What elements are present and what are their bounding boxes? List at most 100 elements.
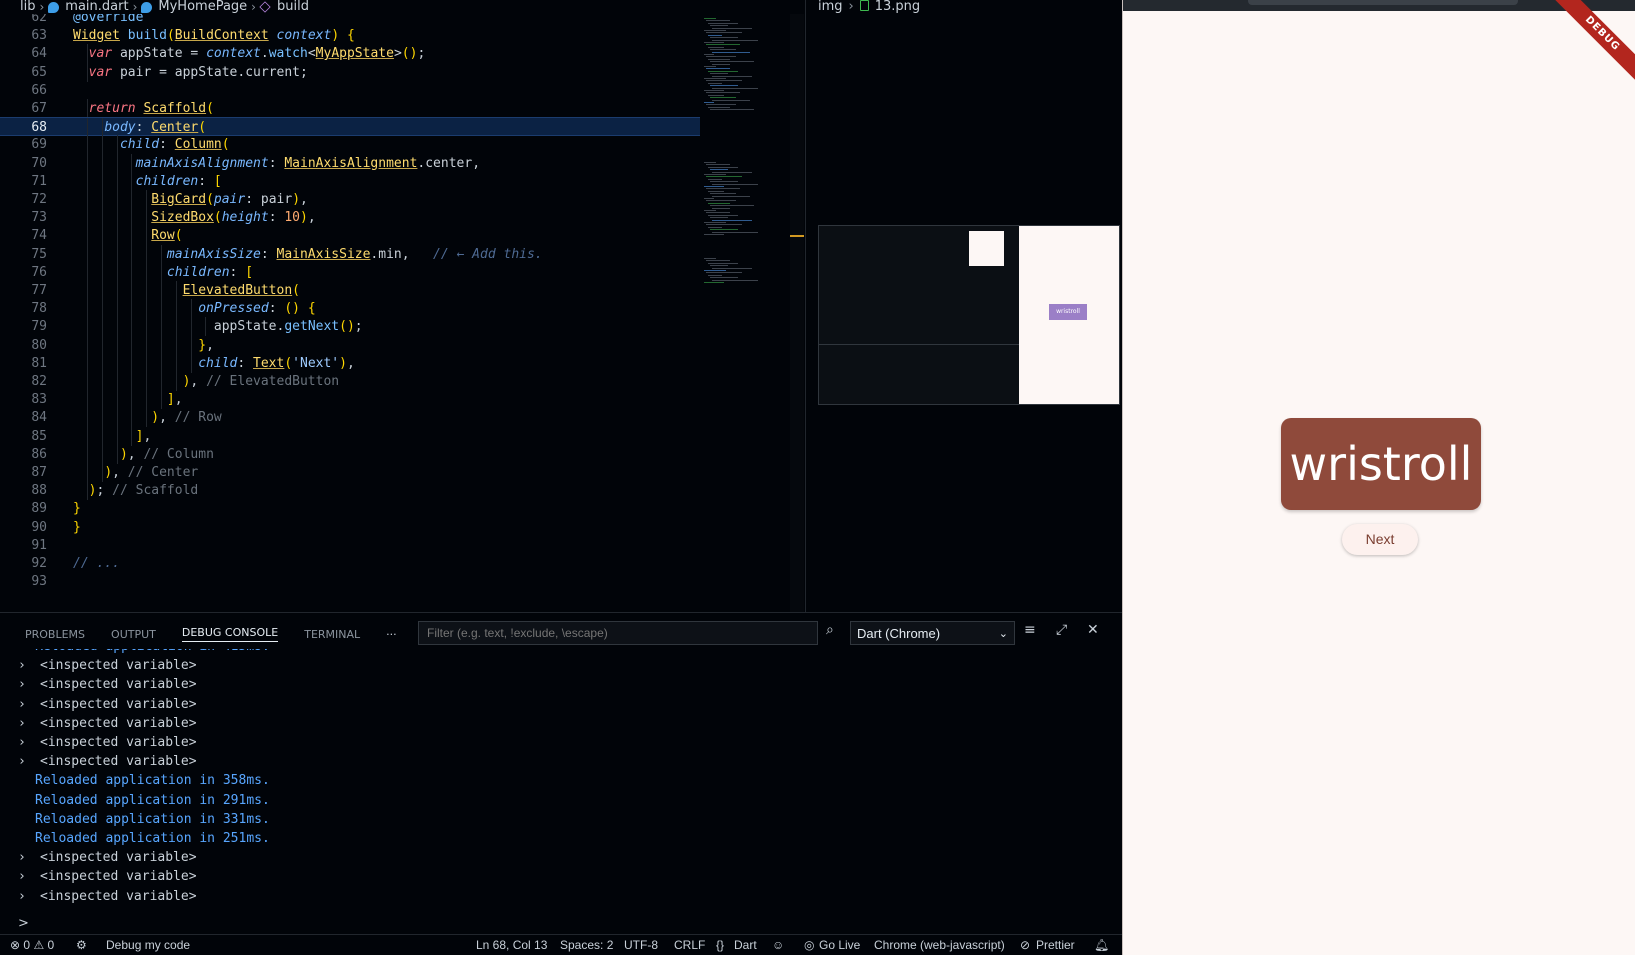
code-line[interactable]: 86 ), // Column — [0, 444, 700, 464]
code-line[interactable]: 62 @override — [0, 14, 700, 27]
line-number: 71 — [31, 173, 47, 189]
minimap-line — [704, 102, 714, 103]
chevron-right-icon[interactable]: › — [18, 733, 40, 753]
code-text: appState.getNext(); — [213, 319, 363, 335]
code-line[interactable]: 77 ElevatedButton( — [0, 281, 700, 300]
encoding[interactable]: UTF-8 — [624, 938, 658, 952]
code-line[interactable]: 79 appState.getNext(); — [0, 317, 700, 337]
code-line[interactable]: 82 ), // ElevatedButton — [0, 372, 700, 391]
chevron-right-icon[interactable]: › — [18, 695, 40, 715]
debug-session-select[interactable]: Dart (Chrome) ⌄ — [850, 621, 1015, 645]
clear-console-icon[interactable]: ≡ — [1024, 622, 1036, 638]
code-line[interactable]: 67 return Scaffold( — [0, 99, 700, 118]
code-editor[interactable]: 62 @override 63 Widget build(BuildContext c… — [0, 14, 700, 612]
editor-scrollbar[interactable] — [790, 14, 804, 612]
code-line[interactable]: 91 — [0, 536, 700, 555]
chevron-right-icon[interactable]: › — [18, 714, 40, 734]
code-line[interactable]: 69 child: Column( — [0, 135, 700, 155]
inspected-variable-row[interactable]: › <inspected variable> — [18, 695, 197, 715]
code-line[interactable]: 72 BigCard(pair: pair), — [0, 190, 700, 209]
code-line[interactable]: 75 mainAxisSize: MainAxisSize.min, // ← … — [0, 244, 700, 264]
minimap-line — [712, 231, 758, 233]
console-message: Reloaded application in 331ms. — [18, 810, 270, 830]
indentation[interactable]: Spaces: 2 — [560, 938, 613, 952]
minimap-line — [704, 42, 724, 43]
chevron-right-icon[interactable]: › — [18, 656, 40, 676]
copilot-icon[interactable]: ☺ — [772, 938, 784, 952]
breadcrumb-class[interactable]: MyHomePage — [158, 0, 247, 14]
code-line[interactable]: 87 ), // Center — [0, 463, 700, 482]
go-live-button[interactable]: Go Live — [819, 938, 860, 952]
chevron-right-icon[interactable]: › — [18, 867, 40, 887]
breadcrumb-folder[interactable]: lib — [20, 0, 35, 14]
maximize-panel-icon[interactable]: ⤢ — [1056, 622, 1067, 638]
image-breadcrumb-file[interactable]: 13.png — [875, 0, 920, 14]
inspected-variable-row[interactable]: › <inspected variable> — [18, 867, 197, 887]
inspected-variable-row[interactable]: › <inspected variable> — [18, 675, 197, 695]
inspected-variable-label: <inspected variable> — [40, 735, 197, 750]
problems-status[interactable]: ⊗ 0 ⚠ 0 — [10, 938, 54, 952]
code-line[interactable]: 78 onPressed: () { — [0, 299, 700, 319]
line-ending[interactable]: CRLF — [674, 938, 705, 952]
inspected-variable-row[interactable]: › <inspected variable> — [18, 714, 197, 734]
tab-debug-console[interactable]: DEBUG CONSOLE — [181, 626, 279, 642]
minimap-line — [706, 80, 742, 82]
console-prompt[interactable]: > — [18, 916, 29, 931]
inspected-variable-row[interactable]: › <inspected variable> — [18, 752, 197, 772]
code-line[interactable]: 64 var appState = context.watch<MyAppSta… — [0, 44, 700, 64]
code-line[interactable]: 85 ], — [0, 426, 700, 446]
tab-terminal[interactable]: TERMINAL — [304, 628, 360, 641]
chevron-right-icon[interactable]: › — [18, 675, 40, 695]
line-number: 93 — [31, 574, 47, 590]
console-filter-input[interactable] — [418, 621, 818, 645]
code-line[interactable]: 92 // ... — [0, 554, 700, 573]
code-line[interactable]: 76 children: [ — [0, 262, 700, 282]
close-panel-icon[interactable]: ✕ — [1087, 622, 1099, 638]
code-line[interactable]: 89} — [0, 499, 700, 518]
language-mode[interactable]: Dart — [734, 938, 757, 952]
code-line[interactable]: 66 — [0, 81, 700, 100]
inspected-variable-row[interactable]: › <inspected variable> — [18, 848, 197, 868]
chevron-right-icon[interactable]: › — [18, 848, 40, 868]
code-line[interactable]: 71 children: [ — [0, 171, 700, 191]
minimap-line — [704, 174, 726, 175]
debug-console-output[interactable]: Reloaded application in 415ms.›<inspecte… — [0, 649, 1122, 919]
chevron-right-icon[interactable]: › — [18, 752, 40, 772]
image-breadcrumb-folder[interactable]: img — [818, 0, 843, 14]
code-line[interactable]: 70 mainAxisAlignment: MainAxisAlignment.… — [0, 153, 700, 173]
code-line[interactable]: 74 Row( — [0, 226, 700, 246]
code-line[interactable]: 81 child: Text('Next'), — [0, 353, 700, 373]
code-line[interactable]: 63 Widget build(BuildContext context) { — [0, 26, 700, 45]
code-line[interactable]: 68 body: Center( — [0, 117, 700, 138]
inspected-variable-row[interactable]: › <inspected variable> — [18, 733, 197, 753]
minimap-line — [704, 66, 716, 67]
breadcrumb-file[interactable]: main.dart — [65, 0, 128, 14]
debug-config[interactable]: Debug my code — [106, 938, 190, 952]
code-line[interactable]: 90} — [0, 518, 700, 537]
line-number: 80 — [31, 337, 47, 353]
minimap-line — [706, 32, 742, 34]
inspected-variable-row[interactable]: › <inspected variable> — [18, 656, 197, 676]
minimap-line — [706, 188, 740, 190]
tab-problems[interactable]: PROBLEMS — [25, 628, 85, 641]
code-line[interactable]: 93 — [0, 572, 700, 591]
code-line[interactable]: 65 var pair = appState.current; — [0, 62, 700, 82]
inspected-variable-row[interactable]: › <inspected variable> — [18, 887, 197, 907]
image-thumbnail: wristroll — [818, 225, 1120, 405]
code-line[interactable]: 83 ], — [0, 390, 700, 410]
prettier-status[interactable]: Prettier — [1036, 938, 1075, 952]
notifications-icon[interactable]: 🔔︎ — [1094, 938, 1109, 952]
cursor-position[interactable]: Ln 68, Col 13 — [476, 938, 547, 952]
tab-output[interactable]: OUTPUT — [111, 628, 156, 641]
code-line[interactable]: 73 SizedBox(height: 10), — [0, 208, 700, 228]
code-line[interactable]: 84 ), // Row — [0, 408, 700, 428]
next-button[interactable]: Next — [1342, 524, 1418, 555]
chevron-right-icon[interactable]: › — [18, 887, 40, 907]
code-line[interactable]: 88 ); // Scaffold — [0, 481, 700, 501]
debug-icon[interactable]: ⚙ — [76, 938, 87, 952]
breadcrumb-method[interactable]: build — [277, 0, 309, 14]
minimap-line — [708, 58, 730, 60]
debug-target[interactable]: Chrome (web-javascript) — [874, 938, 1005, 952]
more-icon[interactable]: ··· — [386, 628, 397, 641]
code-line[interactable]: 80 }, — [0, 335, 700, 355]
